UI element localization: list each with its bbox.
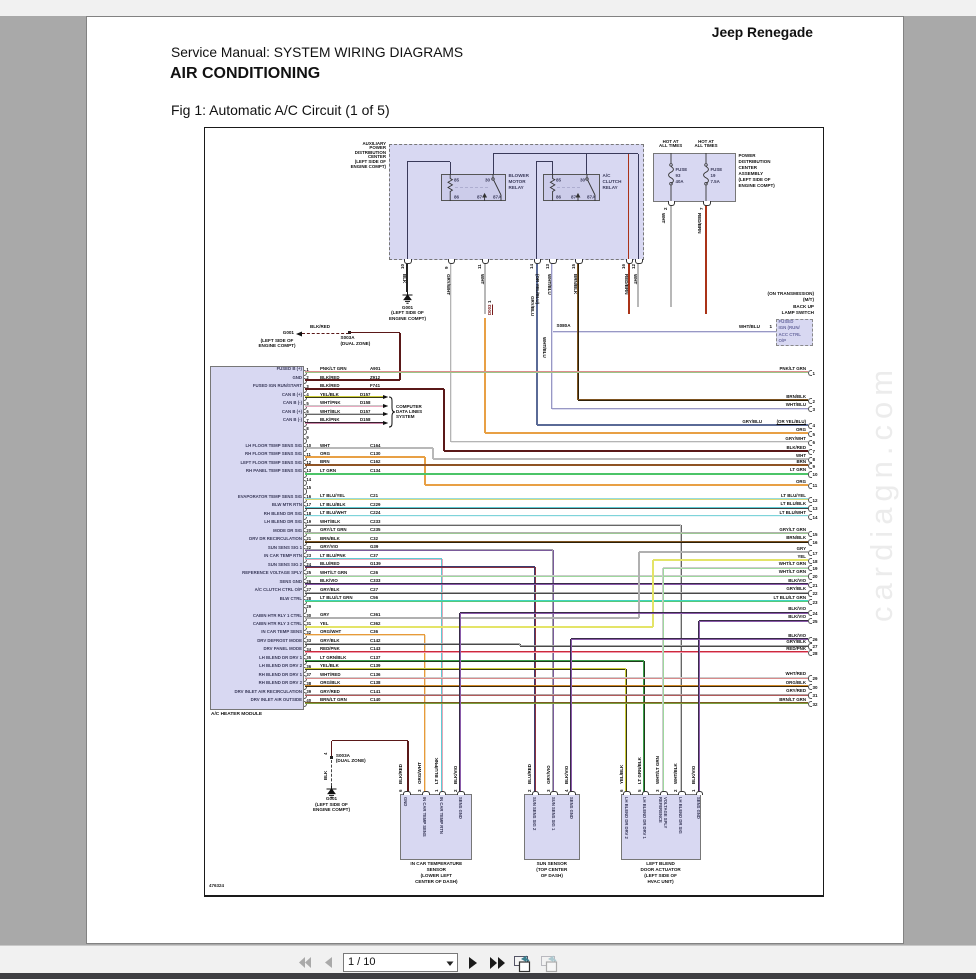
svg-text:87: 87 (477, 195, 483, 200)
svg-text:85: 85 (556, 178, 562, 183)
svg-text:87A: 87A (493, 195, 502, 200)
svg-text:30: 30 (580, 178, 586, 183)
svg-text:86: 86 (556, 195, 562, 200)
svg-text:30: 30 (485, 178, 491, 183)
svg-text:87: 87 (571, 195, 577, 200)
svg-text:87A: 87A (587, 195, 596, 200)
svg-text:86: 86 (454, 195, 460, 200)
svg-text:85: 85 (454, 178, 460, 183)
